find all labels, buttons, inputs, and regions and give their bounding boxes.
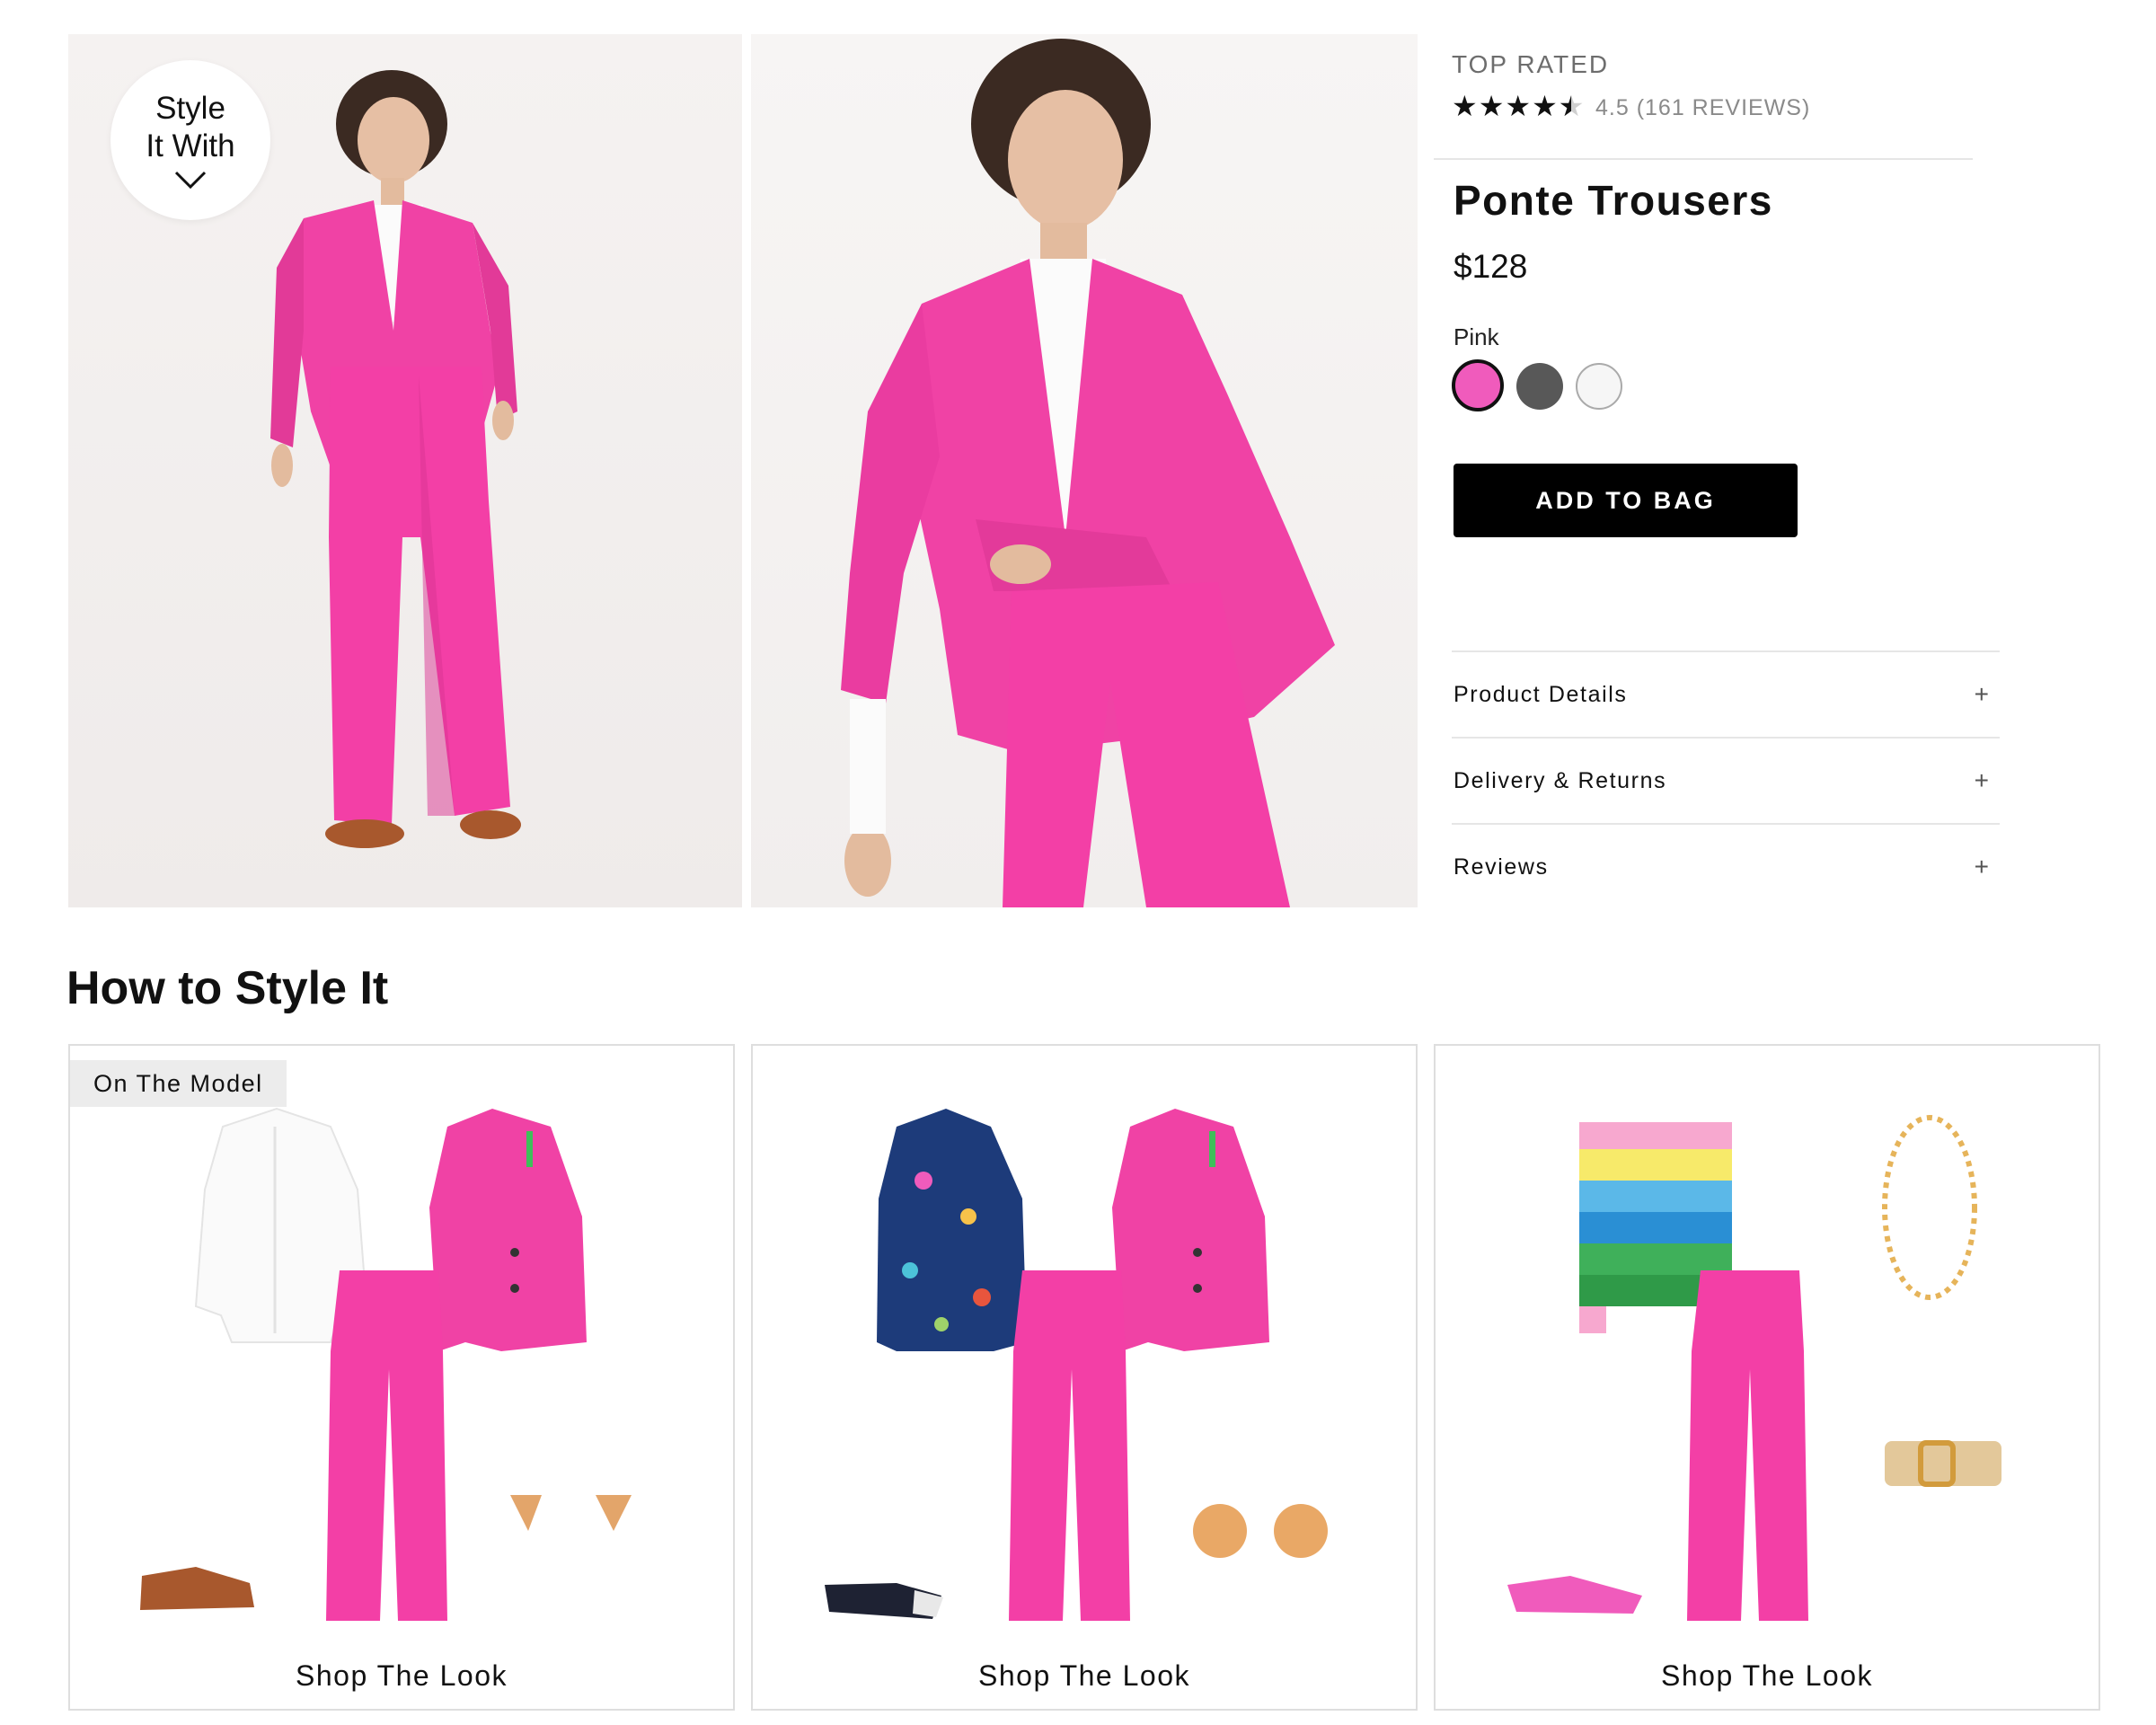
swatch-white[interactable] — [1576, 363, 1622, 410]
plus-icon: + — [1974, 766, 1989, 794]
half-star-icon: ★ ★ — [1558, 90, 1585, 122]
style-badge-line1: Style — [155, 91, 225, 126]
color-swatches — [1452, 359, 1622, 411]
accordion-delivery-returns[interactable]: Delivery & Returns + — [1452, 737, 2000, 823]
swatch-charcoal[interactable] — [1516, 363, 1563, 410]
chevron-down-icon — [174, 171, 207, 190]
star-icon: ★ — [1532, 90, 1558, 122]
accordion-label: Product Details — [1454, 681, 1628, 707]
style-look-card[interactable]: Shop The Look — [751, 1044, 1418, 1711]
plus-icon: + — [1974, 680, 1989, 708]
star-rating[interactable]: ★ ★ ★ ★ ★ ★ — [1452, 90, 1584, 122]
product-price: $128 — [1454, 248, 1528, 285]
selected-color-label: Pink — [1454, 323, 1499, 350]
add-to-bag-button[interactable]: ADD TO BAG — [1454, 464, 1798, 537]
accordion-reviews[interactable]: Reviews + — [1452, 823, 2000, 909]
style-look-card[interactable]: Shop The Look — [1434, 1044, 2100, 1711]
rating-summary[interactable]: 4.5 (161 REVIEWS) — [1595, 95, 1810, 121]
style-look-card[interactable]: On The Model Shop The Look — [68, 1044, 735, 1711]
star-icon: ★ — [1505, 90, 1532, 122]
style-badge-line2: It With — [146, 128, 235, 164]
look-outfit-image — [140, 1107, 632, 1621]
top-rated-badge: TOP RATED — [1452, 50, 1610, 78]
shop-the-look-link[interactable]: Shop The Look — [1436, 1659, 2099, 1693]
star-icon: ★ — [1452, 90, 1478, 122]
product-accordion: Product Details + Delivery & Returns + R… — [1452, 650, 2000, 909]
accordion-product-details[interactable]: Product Details + — [1452, 650, 2000, 737]
on-the-model-tag: On The Model — [70, 1060, 287, 1107]
accordion-label: Reviews — [1454, 854, 1549, 880]
model-closeup-image — [841, 39, 1335, 907]
swatch-pink[interactable] — [1452, 359, 1504, 411]
section-title: How to Style It — [66, 962, 389, 1014]
look-outfit-image — [825, 1109, 1328, 1621]
star-icon: ★ — [1478, 90, 1505, 122]
style-it-with-badge[interactable]: Style It With — [110, 60, 270, 220]
plus-icon: + — [1974, 853, 1989, 880]
accordion-label: Delivery & Returns — [1454, 767, 1667, 793]
look-outfit-image — [1507, 1115, 2001, 1621]
product-image-closeup[interactable] — [751, 34, 1418, 907]
shop-the-look-link[interactable]: Shop The Look — [70, 1659, 733, 1693]
divider — [1434, 158, 1973, 160]
product-title: Ponte Trousers — [1454, 177, 1773, 224]
shop-the-look-link[interactable]: Shop The Look — [753, 1659, 1416, 1693]
